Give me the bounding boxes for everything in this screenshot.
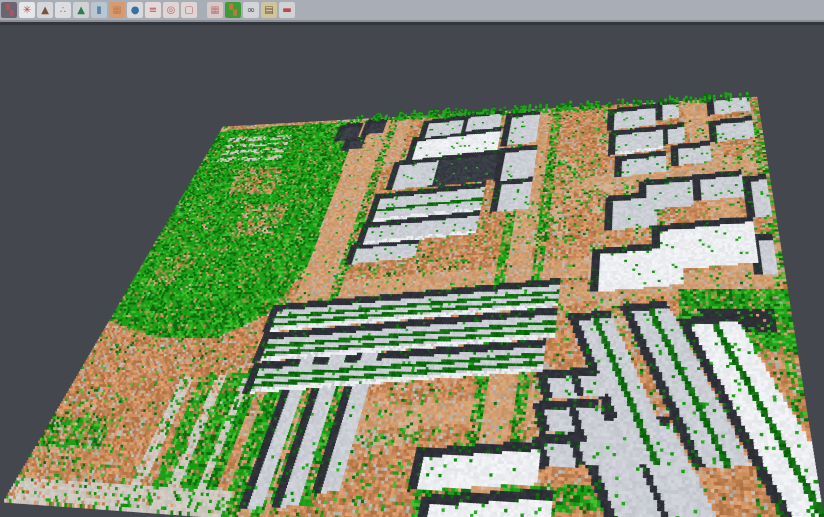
globe-view-glyph: ● xyxy=(131,5,140,15)
crop-region-glyph: ▢ xyxy=(184,5,193,15)
column-view-icon[interactable]: ▮ xyxy=(91,2,107,18)
terrain-brown-icon[interactable]: ▲ xyxy=(37,2,53,18)
points-small-icon[interactable]: ∴ xyxy=(55,2,71,18)
column-view-glyph: ▮ xyxy=(96,5,102,15)
select-region-glyph: ▚ xyxy=(5,5,13,15)
crop-region-icon[interactable]: ▢ xyxy=(181,2,197,18)
circle-select-icon[interactable]: ◎ xyxy=(163,2,179,18)
red-tool-icon[interactable]: ▬ xyxy=(279,2,295,18)
binoculars-icon[interactable]: ∞ xyxy=(243,2,259,18)
layer-list-glyph: ≡ xyxy=(149,5,157,15)
classification-map-icon[interactable]: ▚ xyxy=(225,2,241,18)
red-tool-glyph: ▬ xyxy=(282,5,291,15)
map-notes-glyph: ▤ xyxy=(264,5,273,15)
terrain-green-glyph: ▲ xyxy=(77,5,85,15)
toolbar: ▚ ✳ ▲ ∴ ▲ ▮ ▦ ● ≡ ◎ ▢ ▦ ▚ ∞ ▤ ▬ xyxy=(0,0,824,22)
ortho-photo-icon[interactable]: ▦ xyxy=(109,2,125,18)
globe-view-icon[interactable]: ● xyxy=(127,2,143,18)
scatter-points-glyph: ✳ xyxy=(23,5,31,15)
classification-map-glyph: ▚ xyxy=(229,5,237,15)
select-region-icon[interactable]: ▚ xyxy=(1,2,17,18)
scatter-points-icon[interactable]: ✳ xyxy=(19,2,35,18)
viewport-3d[interactable] xyxy=(0,0,824,517)
terrain-brown-glyph: ▲ xyxy=(41,5,49,15)
grid-red-glyph: ▦ xyxy=(210,5,219,15)
map-notes-icon[interactable]: ▤ xyxy=(261,2,277,18)
circle-select-glyph: ◎ xyxy=(167,5,176,15)
ortho-photo-glyph: ▦ xyxy=(112,5,121,15)
layer-list-icon[interactable]: ≡ xyxy=(145,2,161,18)
points-small-glyph: ∴ xyxy=(60,5,66,15)
application-window: ▚ ✳ ▲ ∴ ▲ ▮ ▦ ● ≡ ◎ ▢ ▦ ▚ ∞ ▤ ▬ xyxy=(0,0,824,517)
grid-red-icon[interactable]: ▦ xyxy=(207,2,223,18)
terrain-green-icon[interactable]: ▲ xyxy=(73,2,89,18)
binoculars-glyph: ∞ xyxy=(247,5,255,15)
